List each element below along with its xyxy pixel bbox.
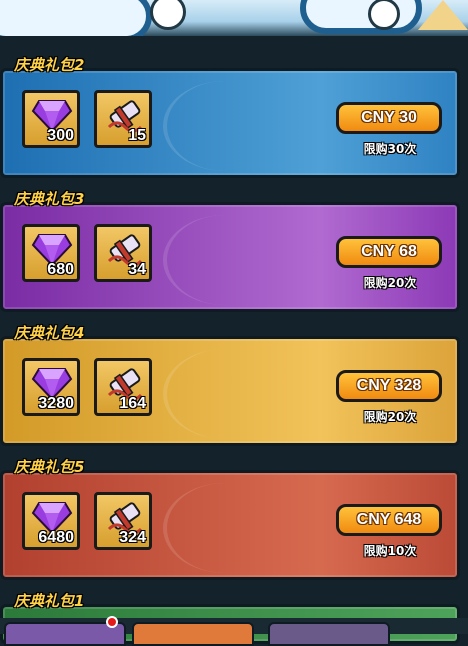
top-banner-art: [0, 0, 468, 36]
leaf-decoration: [163, 215, 287, 305]
purchase-limit: 限购10次: [363, 544, 417, 558]
purchase-limit: 限购20次: [363, 276, 417, 290]
tab-2[interactable]: [132, 622, 254, 646]
scroll-reward-slot[interactable]: 15: [94, 90, 152, 148]
leaf-decoration: [163, 349, 287, 439]
scroll-reward-slot[interactable]: 34: [94, 224, 152, 282]
buy-button[interactable]: CNY 68: [336, 236, 442, 268]
gem-reward-slot[interactable]: 300: [22, 90, 80, 148]
gem-reward-slot[interactable]: 6480: [22, 492, 80, 550]
purchase-limit: 限购30次: [363, 142, 417, 156]
buy-button[interactable]: CNY 328: [336, 370, 442, 402]
buy-button[interactable]: CNY 30: [336, 102, 442, 134]
character-art: [300, 0, 422, 34]
buy-button[interactable]: CNY 648: [336, 504, 442, 536]
pack-title: 庆典礼包1: [14, 592, 85, 610]
pack-title: 庆典礼包5: [14, 458, 85, 476]
purchase-limit: 限购20次: [363, 410, 417, 424]
gem-quantity: 680: [47, 261, 74, 278]
tab-3[interactable]: [268, 622, 390, 646]
bottom-tab-bar: [0, 618, 468, 646]
gem-reward-slot[interactable]: 3280: [22, 358, 80, 416]
notification-dot: [106, 616, 118, 628]
character-eye: [150, 0, 186, 30]
umbrella-art: [418, 0, 468, 30]
scroll-quantity: 164: [119, 395, 146, 412]
leaf-decoration: [163, 483, 287, 573]
gem-quantity: 3280: [38, 395, 74, 412]
scroll-reward-slot[interactable]: 324: [94, 492, 152, 550]
pack-title: 庆典礼包2: [14, 56, 85, 74]
scroll-quantity: 34: [128, 261, 146, 278]
scroll-quantity: 324: [119, 529, 146, 546]
character-art: [0, 0, 152, 36]
scroll-quantity: 15: [128, 127, 146, 144]
gem-reward-slot[interactable]: 680: [22, 224, 80, 282]
pack-title: 庆典礼包3: [14, 190, 85, 208]
leaf-decoration: [163, 81, 287, 171]
pack-title: 庆典礼包4: [14, 324, 85, 342]
gem-quantity: 300: [47, 127, 74, 144]
scroll-reward-slot[interactable]: 164: [94, 358, 152, 416]
gem-quantity: 6480: [38, 529, 74, 546]
